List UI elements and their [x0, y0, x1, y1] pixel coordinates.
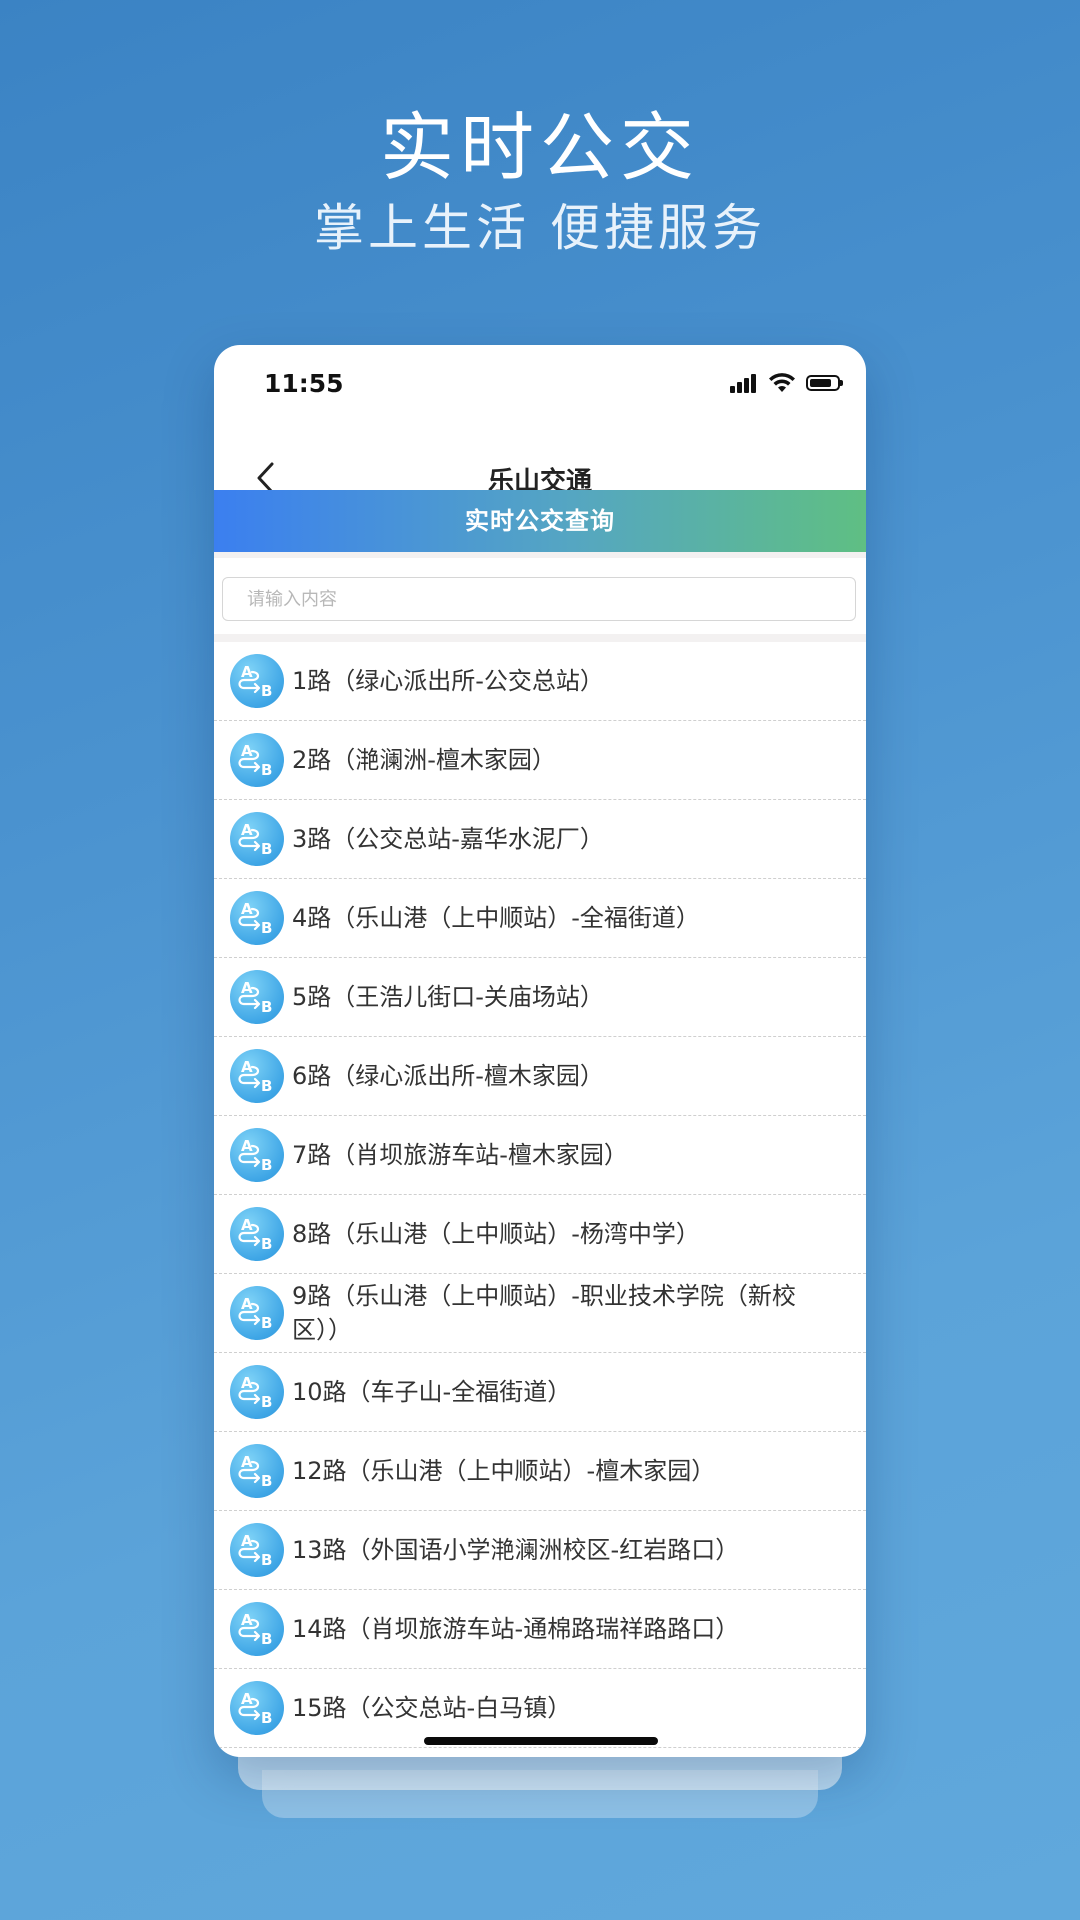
- signal-icon: [730, 373, 758, 393]
- route-ab-icon: A B: [230, 970, 284, 1024]
- route-label: 3路（公交总站-嘉华水泥厂）: [292, 825, 604, 853]
- route-ab-icon: A B: [230, 1128, 284, 1182]
- status-icons: [730, 371, 843, 395]
- route-label: 10路（车子山-全福街道）: [292, 1378, 572, 1406]
- route-list-item-12[interactable]: A B 13路（外国语小学滟澜洲校区-红岩路口）: [214, 1511, 866, 1590]
- svg-text:B: B: [261, 1235, 272, 1253]
- route-ab-icon: A B: [230, 1681, 284, 1735]
- route-list-item-9[interactable]: A B 9路（乐山港（上中顺站）-职业技术学院（新校区））: [214, 1274, 866, 1353]
- route-label: 9路（乐山港（上中顺站）-职业技术学院（新校区））: [292, 1282, 796, 1344]
- svg-text:B: B: [261, 682, 272, 700]
- section-header: 实时公交查询: [214, 490, 866, 552]
- route-ab-icon: A B: [230, 1365, 284, 1419]
- route-ab-icon: A B: [230, 1444, 284, 1498]
- svg-text:B: B: [261, 840, 272, 858]
- route-list-item-7[interactable]: A B 7路（肖坝旅游车站-檀木家园）: [214, 1116, 866, 1195]
- search-area: [214, 552, 866, 642]
- route-label: 7路（肖坝旅游车站-檀木家园）: [292, 1141, 628, 1169]
- svg-text:B: B: [261, 998, 272, 1016]
- route-label: 5路（王浩儿街口-关庙场站）: [292, 983, 604, 1011]
- route-list: A B 1路（绿心派出所-公交总站） A B 2路（滟澜洲-檀木家园） A B: [214, 642, 866, 1748]
- route-label: 12路（乐山港（上中顺站）-檀木家园）: [292, 1457, 716, 1485]
- svg-text:B: B: [261, 1709, 272, 1727]
- battery-icon: [806, 375, 843, 391]
- route-list-item-8[interactable]: A B 8路（乐山港（上中顺站）-杨湾中学）: [214, 1195, 866, 1274]
- status-time: 11:55: [264, 369, 344, 398]
- route-label: 13路（外国语小学滟澜洲校区-红岩路口）: [292, 1536, 740, 1564]
- route-list-item-5[interactable]: A B 5路（王浩儿街口-关庙场站）: [214, 958, 866, 1037]
- svg-text:B: B: [261, 1393, 272, 1411]
- route-label: 4路（乐山港（上中顺站）-全福街道）: [292, 904, 700, 932]
- route-ab-icon: A B: [230, 1286, 284, 1340]
- svg-text:B: B: [261, 1472, 272, 1490]
- route-label: 6路（绿心派出所-檀木家园）: [292, 1062, 604, 1090]
- route-list-item-13[interactable]: A B 14路（肖坝旅游车站-通棉路瑞祥路路口）: [214, 1590, 866, 1669]
- route-label: 8路（乐山港（上中顺站）-杨湾中学）: [292, 1220, 700, 1248]
- svg-text:B: B: [261, 1156, 272, 1174]
- route-ab-icon: A B: [230, 812, 284, 866]
- svg-text:B: B: [261, 761, 272, 779]
- status-bar: 11:55: [214, 345, 866, 425]
- route-list-item-2[interactable]: A B 2路（滟澜洲-檀木家园）: [214, 721, 866, 800]
- svg-text:B: B: [261, 919, 272, 937]
- route-label: 14路（肖坝旅游车站-通棉路瑞祥路路口）: [292, 1615, 740, 1643]
- phone-screen: 11:55 乐山交通 实时公交查询 请输入内容 A B 1路（绿心派出所-公交总…: [214, 345, 866, 1757]
- home-indicator: [424, 1737, 658, 1745]
- route-list-item-1[interactable]: A B 1路（绿心派出所-公交总站）: [214, 642, 866, 721]
- route-ab-icon: A B: [230, 891, 284, 945]
- svg-text:B: B: [261, 1630, 272, 1648]
- route-list-item-3[interactable]: A B 3路（公交总站-嘉华水泥厂）: [214, 800, 866, 879]
- route-ab-icon: A B: [230, 654, 284, 708]
- route-label: 2路（滟澜洲-檀木家园）: [292, 746, 556, 774]
- wifi-icon: [769, 373, 795, 392]
- route-list-item-4[interactable]: A B 4路（乐山港（上中顺站）-全福街道）: [214, 879, 866, 958]
- svg-text:B: B: [261, 1551, 272, 1569]
- route-label: 15路（公交总站-白马镇）: [292, 1694, 572, 1722]
- route-ab-icon: A B: [230, 1602, 284, 1656]
- svg-text:B: B: [261, 1314, 272, 1332]
- promo-subtitle: 掌上生活 便捷服务: [314, 199, 766, 257]
- route-ab-icon: A B: [230, 1207, 284, 1261]
- route-ab-icon: A B: [230, 1049, 284, 1103]
- route-ab-icon: A B: [230, 1523, 284, 1577]
- promo-title: 实时公交: [380, 105, 700, 191]
- svg-text:B: B: [261, 1077, 272, 1095]
- route-ab-icon: A B: [230, 733, 284, 787]
- route-list-item-11[interactable]: A B 12路（乐山港（上中顺站）-檀木家园）: [214, 1432, 866, 1511]
- search-input[interactable]: [222, 577, 856, 621]
- route-list-item-10[interactable]: A B 10路（车子山-全福街道）: [214, 1353, 866, 1432]
- route-label: 1路（绿心派出所-公交总站）: [292, 667, 604, 695]
- route-list-item-6[interactable]: A B 6路（绿心派出所-檀木家园）: [214, 1037, 866, 1116]
